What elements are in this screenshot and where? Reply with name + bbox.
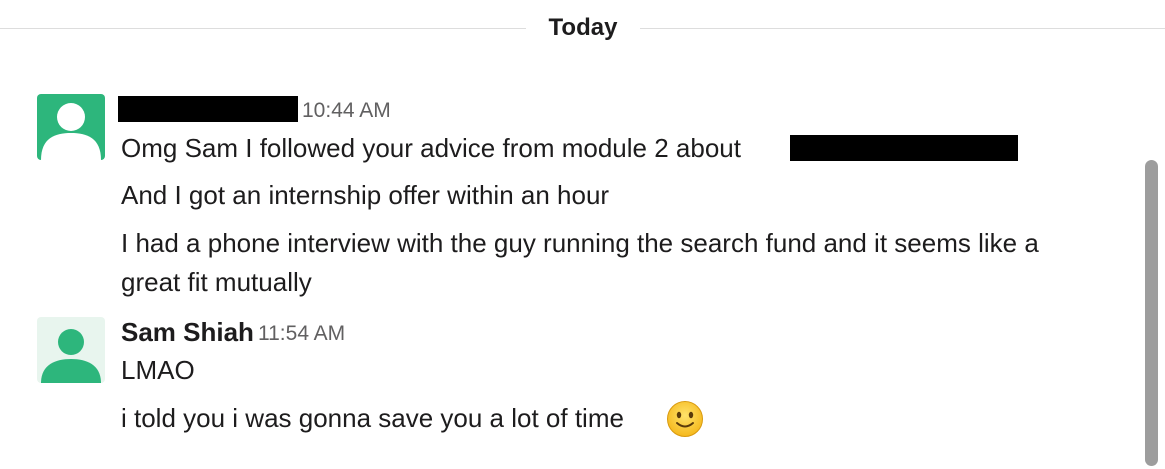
user-silhouette-icon (41, 103, 101, 160)
slightly-smiling-face-icon[interactable] (666, 400, 704, 438)
sender-name[interactable]: Sam Shiah (121, 316, 254, 348)
date-divider-label[interactable]: Today (526, 14, 640, 42)
redacted-sender-name (118, 96, 298, 122)
date-divider-line-left (0, 28, 526, 29)
redacted-text (790, 135, 1018, 161)
avatar[interactable] (37, 317, 105, 383)
message-text: Omg Sam I followed your advice from modu… (121, 133, 741, 163)
message-text: And I got an internship offer within an … (121, 180, 610, 210)
date-divider-line-right (640, 28, 1165, 29)
message-pane: Today 10:44 AM Omg Sam I followed your a… (0, 0, 1165, 469)
message-timestamp[interactable]: 10:44 AM (302, 98, 391, 124)
avatar[interactable] (37, 94, 105, 160)
message-timestamp[interactable]: 11:54 AM (258, 321, 345, 347)
message-text: LMAO (121, 355, 195, 385)
message-text: I had a phone interview with the guy run… (121, 228, 1039, 258)
user-silhouette-icon (41, 329, 101, 383)
message-text: i told you i was gonna save you a lot of… (121, 403, 624, 433)
scrollbar-thumb[interactable] (1145, 160, 1158, 466)
message-text: great fit mutually (121, 267, 312, 297)
